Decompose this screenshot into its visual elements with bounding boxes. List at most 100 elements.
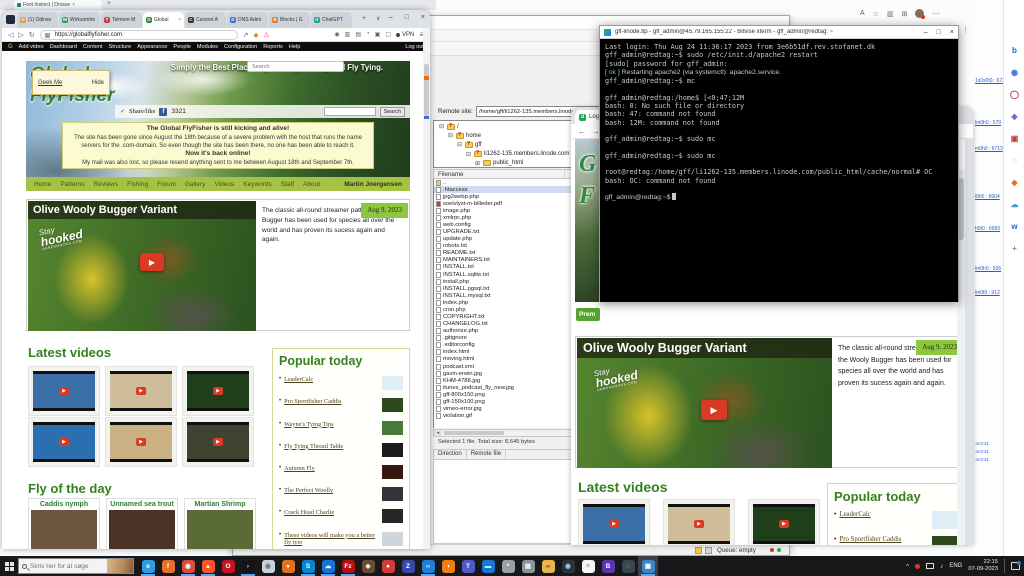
network-icon[interactable] — [926, 563, 934, 569]
video-image[interactable] — [110, 422, 172, 462]
popular-thumb[interactable] — [382, 532, 403, 546]
expander-icon[interactable]: ⊞ — [474, 160, 481, 167]
drupal-logo[interactable]: G — [8, 44, 13, 50]
share-icon[interactable]: ↗ — [243, 31, 249, 39]
popular-thumb[interactable] — [932, 511, 958, 529]
fly-card[interactable]: Unnamed sea trout — [106, 498, 178, 549]
scroll-left-icon[interactable]: ◂ — [434, 430, 442, 436]
queue-icon[interactable] — [695, 547, 702, 554]
play-icon[interactable]: ▶ — [140, 253, 164, 271]
logout-link[interactable]: Log out — [405, 44, 424, 50]
start-button[interactable] — [0, 556, 18, 576]
taskbar-app[interactable]: ◌ — [618, 556, 638, 576]
sidebar-icon[interactable]: ◆ — [1011, 178, 1017, 188]
popular-thumb[interactable] — [382, 465, 403, 479]
popular-thumb[interactable] — [382, 509, 403, 523]
video-thumbnail[interactable] — [748, 499, 820, 545]
app-icon[interactable]: * — [502, 560, 515, 573]
expander-icon[interactable]: ⊟ — [447, 132, 454, 139]
sidebar-icon[interactable]: ◈ — [1011, 112, 1017, 122]
taskbar-app[interactable]: ▬ — [478, 556, 498, 576]
language-indicator[interactable]: ENG — [949, 563, 962, 569]
admin-menu-item[interactable]: Dashboard — [50, 44, 77, 50]
app-icon[interactable]: ◉ — [562, 560, 575, 573]
popular-link[interactable]: Wayne's Tying Tips — [284, 421, 379, 429]
extension-icon[interactable]: ▥ — [345, 31, 351, 38]
queue-remotefile-header[interactable]: Remote file — [467, 450, 506, 459]
extension-icon[interactable]: ◉ — [334, 31, 339, 38]
nav-link[interactable]: Fishing — [127, 181, 148, 188]
taskbar-app[interactable]: ◉ — [178, 556, 198, 576]
tray-chevron-icon[interactable]: ^ — [906, 563, 909, 570]
popular-link[interactable]: Pro Sportfisher Caddis — [284, 398, 379, 406]
hide-link[interactable]: Hide — [92, 80, 104, 86]
expander-icon[interactable]: ⊟ — [456, 141, 463, 148]
taskbar-app[interactable]: ▲ — [198, 556, 218, 576]
link[interactable]: l0h0 : 6604 — [975, 194, 1003, 200]
video-thumbnail[interactable] — [105, 417, 177, 467]
tab-close-icon[interactable]: × — [178, 17, 181, 23]
fly-card-title[interactable]: Unnamed sea trout — [109, 501, 175, 508]
browser-tab[interactable]: C Cursnet A × — [185, 12, 226, 28]
forward-icon[interactable]: ▷ — [18, 31, 23, 39]
taskbar-app[interactable]: ● — [278, 556, 298, 576]
app-icon[interactable]: O — [222, 560, 235, 573]
admin-menu-item[interactable]: People — [173, 44, 190, 50]
video-thumbnail[interactable] — [182, 417, 254, 467]
popular-thumb[interactable] — [382, 421, 403, 435]
video-thumbnail[interactable] — [105, 366, 177, 416]
admin-menu-item[interactable]: Appearance — [137, 44, 167, 50]
new-tab-button[interactable]: + — [362, 15, 366, 22]
header-search-input[interactable] — [247, 61, 344, 72]
back-icon[interactable]: ← — [578, 127, 586, 136]
video-image[interactable] — [583, 504, 645, 544]
popular-thumb[interactable] — [382, 376, 403, 390]
notification-center-icon[interactable] — [1011, 562, 1020, 570]
expander-icon[interactable]: ⊟ — [438, 123, 445, 130]
app-icon[interactable]: S — [302, 560, 315, 573]
shield-icon[interactable]: ◆ — [254, 31, 259, 39]
app-icon[interactable]: ◆ — [362, 560, 375, 573]
toolbar-icon[interactable]: A — [860, 10, 865, 18]
browser-tab[interactable]: O (1) Odinse × — [17, 12, 58, 28]
warning-icon[interactable]: ⚠ — [264, 31, 270, 39]
app-icon[interactable]: › — [242, 560, 255, 573]
link-small[interactable]: -6.0:31 — [975, 449, 1003, 454]
link[interactable]: lm0t0 : 912 — [975, 290, 1003, 296]
taskbar-app[interactable]: S — [298, 556, 318, 576]
taskbar-app[interactable]: * — [498, 556, 518, 576]
link[interactable]: lm0h0 : 570 — [975, 120, 1003, 126]
terminal-output[interactable]: Last login: Thu Aug 24 11:36:17 2023 fro… — [600, 39, 958, 302]
successful-transfers-icon[interactable] — [777, 548, 781, 552]
taskbar-app[interactable]: ☁ — [318, 556, 338, 576]
tray-status-icon[interactable] — [915, 564, 920, 569]
browser-tab[interactable]: W Wirksomhe × — [59, 12, 100, 28]
logged-in-user[interactable]: Martin Joergensen — [344, 181, 402, 188]
fly-card[interactable]: Martian Shrimp — [184, 498, 256, 549]
app-icon[interactable]: ◉ — [262, 560, 275, 573]
clock[interactable]: 22:1507-09-2023 — [968, 559, 998, 573]
sidebar-icon[interactable]: + — [1012, 244, 1017, 254]
taskbar-app[interactable]: ▣ — [638, 556, 658, 576]
video-thumbnail[interactable] — [578, 499, 650, 545]
play-icon[interactable]: ▶ — [701, 400, 727, 420]
fly-card[interactable]: Caddis nymph — [28, 498, 100, 549]
geek-me-link[interactable]: Geek Me — [38, 80, 62, 86]
nav-link[interactable]: Gallery — [185, 181, 206, 188]
popular-thumb[interactable] — [932, 536, 958, 545]
app-icon[interactable]: Z — [402, 560, 415, 573]
minimize-icon[interactable]: – — [389, 14, 393, 21]
tab-overflow-icon[interactable]: ∨ — [376, 15, 380, 22]
taskbar-app[interactable]: ◑ — [438, 556, 458, 576]
popular-thumb[interactable] — [382, 443, 403, 457]
fly-card-title[interactable]: Martian Shrimp — [187, 501, 253, 508]
more-menu-icon[interactable]: ⋯ — [932, 10, 939, 18]
taskbar-app[interactable]: O — [218, 556, 238, 576]
link[interactable]: 1x0x0t0 : 6725 — [975, 78, 1003, 84]
app-icon[interactable]: B — [602, 560, 615, 573]
nav-link[interactable]: Home — [34, 181, 51, 188]
app-icon[interactable]: ‹› — [422, 560, 435, 573]
taskbar-app[interactable]: f — [158, 556, 178, 576]
browser-tab[interactable]: B Blocks | G × — [269, 12, 310, 28]
popular-thumb[interactable] — [382, 398, 403, 412]
